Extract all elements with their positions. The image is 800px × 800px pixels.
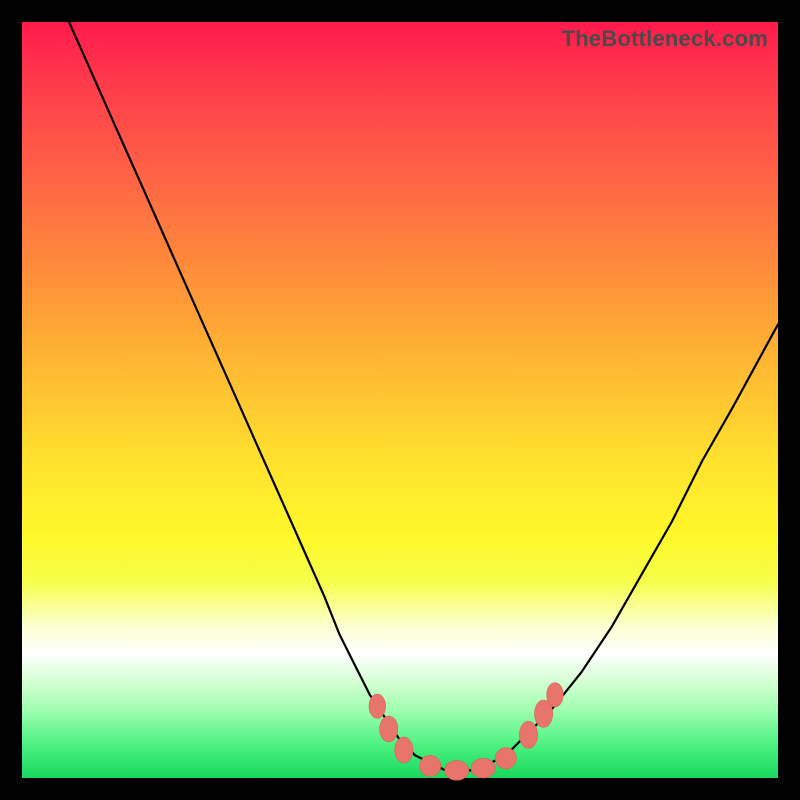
plot-overlay [22,22,778,778]
curve-marker [380,716,398,742]
curve-marker [395,737,413,763]
curve-markers [369,683,563,781]
plot-area: TheBottleneck.com [22,22,778,778]
curve-marker [369,694,386,718]
curve-marker [495,748,516,769]
curve-marker [420,755,441,776]
curve-marker [547,683,564,707]
curve-marker [471,758,495,778]
bottleneck-curve [22,0,778,770]
curve-marker [519,721,537,748]
app-frame: TheBottleneck.com [0,0,800,800]
curve-marker [445,761,469,781]
